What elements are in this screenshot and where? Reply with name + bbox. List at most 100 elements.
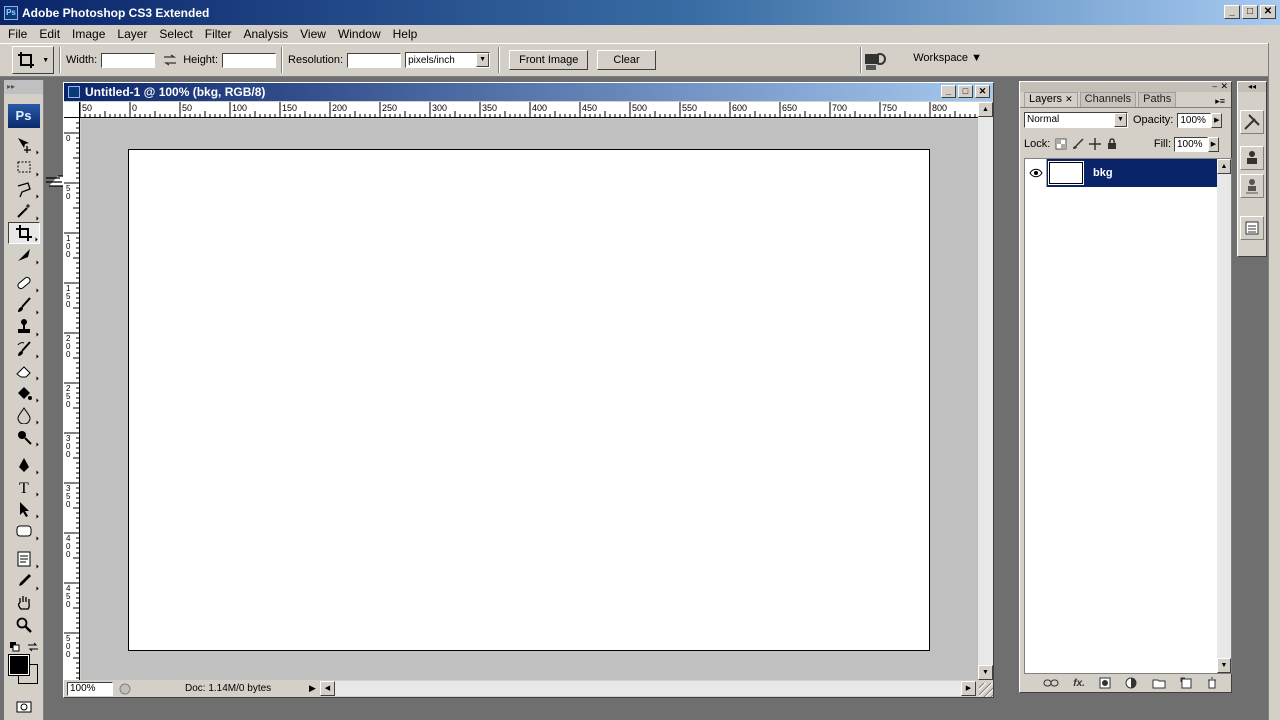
- dock-info-button[interactable]: [1240, 216, 1264, 240]
- lock-all-icon[interactable]: [1106, 138, 1118, 150]
- panel-menu-icon[interactable]: ▸≡: [1215, 96, 1225, 107]
- history-brush-tool[interactable]: [8, 338, 40, 360]
- dock-brushes-button[interactable]: [1240, 146, 1264, 170]
- paint-bucket-tool[interactable]: [8, 382, 40, 404]
- layer-style-icon[interactable]: fx.: [1073, 678, 1085, 689]
- menu-help[interactable]: Help: [387, 27, 424, 41]
- menu-edit[interactable]: Edit: [33, 27, 66, 41]
- lock-transparency-icon[interactable]: [1055, 138, 1067, 150]
- menu-select[interactable]: Select: [153, 27, 198, 41]
- trash-icon[interactable]: [1206, 677, 1218, 689]
- menu-layer[interactable]: Layer: [111, 27, 153, 41]
- opacity-input[interactable]: 100%: [1177, 112, 1212, 128]
- tab-paths[interactable]: Paths: [1138, 92, 1177, 107]
- panel-grip[interactable]: – ✕: [1020, 81, 1231, 92]
- scroll-right-arrow[interactable]: ▶: [961, 681, 976, 696]
- type-tool[interactable]: T: [8, 476, 40, 498]
- move-tool[interactable]: [8, 134, 40, 156]
- swap-arrows-icon[interactable]: [163, 54, 177, 66]
- brush-tool[interactable]: [8, 294, 40, 316]
- notes-tool[interactable]: [8, 548, 40, 570]
- layer-item-bkg[interactable]: bkg: [1047, 159, 1217, 187]
- dock-tool-presets-button[interactable]: [1240, 174, 1264, 198]
- magic-wand-tool[interactable]: [8, 200, 40, 222]
- crop-tool[interactable]: [7, 222, 40, 244]
- layer-mask-icon[interactable]: [1099, 677, 1111, 689]
- eyedropper-tool[interactable]: [8, 570, 40, 592]
- clone-stamp-tool[interactable]: [8, 316, 40, 338]
- scroll-up-arrow[interactable]: ▲: [978, 102, 993, 117]
- adjustment-layer-icon[interactable]: [1125, 677, 1137, 689]
- tab-close-icon[interactable]: ✕: [1065, 94, 1073, 104]
- lasso-tool[interactable]: [8, 178, 40, 200]
- close-button[interactable]: ✕: [1260, 5, 1276, 19]
- folder-icon[interactable]: [1152, 678, 1166, 689]
- fill-slider-arrow[interactable]: ▶: [1208, 136, 1219, 152]
- menu-analysis[interactable]: Analysis: [237, 27, 294, 41]
- zoom-tool[interactable]: [8, 614, 40, 636]
- path-selection-tool[interactable]: [8, 498, 40, 520]
- resolution-unit-select[interactable]: pixels/inch ▼: [405, 52, 491, 68]
- resolution-input[interactable]: [347, 52, 402, 68]
- vertical-scrollbar[interactable]: ▲ ▼: [978, 102, 993, 680]
- healing-brush-tool[interactable]: [8, 272, 40, 294]
- minimize-button[interactable]: _: [1224, 5, 1240, 19]
- toolbox-grip[interactable]: ▸▸: [4, 80, 43, 94]
- ruler-origin[interactable]: [64, 102, 80, 118]
- hand-tool[interactable]: [8, 592, 40, 614]
- doc-close-button[interactable]: ✕: [975, 85, 990, 98]
- default-colors-icon[interactable]: [10, 642, 20, 652]
- clear-button[interactable]: Clear: [597, 50, 656, 70]
- blur-tool[interactable]: [8, 404, 40, 426]
- menu-filter[interactable]: Filter: [199, 27, 238, 41]
- canvas-area[interactable]: [81, 119, 978, 680]
- menu-file[interactable]: File: [2, 27, 33, 41]
- maximize-button[interactable]: □: [1242, 5, 1258, 19]
- dock-navigator-button[interactable]: [1240, 110, 1264, 134]
- opacity-slider-arrow[interactable]: ▶: [1211, 112, 1223, 128]
- lock-brush-icon[interactable]: [1072, 138, 1084, 150]
- doc-maximize-button[interactable]: □: [958, 85, 973, 98]
- panel-close-icon[interactable]: ✕: [1220, 81, 1228, 92]
- scroll-left-arrow[interactable]: ◀: [320, 681, 335, 696]
- marquee-tool[interactable]: [8, 156, 40, 178]
- scroll-up-arrow[interactable]: ▲: [1217, 159, 1231, 174]
- photoshop-logo[interactable]: Ps: [7, 104, 40, 128]
- new-layer-icon[interactable]: [1180, 677, 1192, 689]
- menu-image[interactable]: Image: [66, 27, 111, 41]
- horizontal-ruler[interactable]: 50 0 50 100 150 200 250 300 350 400 450 500 550 600 65…: [80, 102, 978, 118]
- rectangle-tool[interactable]: [8, 520, 40, 542]
- status-menu-arrow[interactable]: ▶: [309, 683, 316, 694]
- scroll-down-arrow[interactable]: ▼: [1217, 658, 1231, 673]
- dock-grip[interactable]: ◂◂: [1238, 82, 1266, 92]
- workspace-menu[interactable]: Workspace ▼: [913, 52, 982, 64]
- menu-window[interactable]: Window: [332, 27, 387, 41]
- vertical-ruler[interactable]: 050100150200250300350400450500: [64, 118, 80, 680]
- foreground-color-swatch[interactable]: [8, 654, 30, 676]
- horizontal-scrollbar[interactable]: ◀ ▶: [320, 681, 976, 696]
- blend-mode-select[interactable]: Normal ▼: [1024, 112, 1128, 128]
- pen-tool[interactable]: [8, 454, 40, 476]
- width-input[interactable]: [101, 52, 156, 68]
- front-image-button[interactable]: Front Image: [509, 50, 589, 70]
- panel-minimize-icon[interactable]: –: [1213, 82, 1217, 91]
- fill-input[interactable]: 100%: [1174, 136, 1208, 152]
- height-input[interactable]: [222, 52, 277, 68]
- slice-tool[interactable]: [8, 244, 40, 266]
- dodge-tool[interactable]: [8, 426, 40, 448]
- document-title-bar[interactable]: Untitled-1 @ 100% (bkg, RGB/8) _ □ ✕: [64, 83, 993, 101]
- layer-row[interactable]: bkg: [1025, 159, 1217, 187]
- tool-preset-picker[interactable]: ▼: [12, 46, 54, 74]
- tab-layers[interactable]: Layers ✕: [1024, 92, 1078, 107]
- zoom-field[interactable]: 100%: [67, 681, 113, 696]
- bridge-icon[interactable]: [862, 50, 888, 72]
- swap-colors-icon[interactable]: [27, 642, 39, 652]
- link-layers-icon[interactable]: [1043, 678, 1059, 688]
- status-options-icon[interactable]: [119, 683, 131, 695]
- visibility-toggle[interactable]: [1025, 159, 1047, 187]
- tab-channels[interactable]: Channels: [1079, 92, 1137, 107]
- quick-mask-button[interactable]: [8, 696, 40, 718]
- layers-scrollbar[interactable]: ▲ ▼: [1217, 159, 1231, 673]
- lock-position-icon[interactable]: [1089, 138, 1102, 150]
- image-canvas[interactable]: [128, 149, 930, 651]
